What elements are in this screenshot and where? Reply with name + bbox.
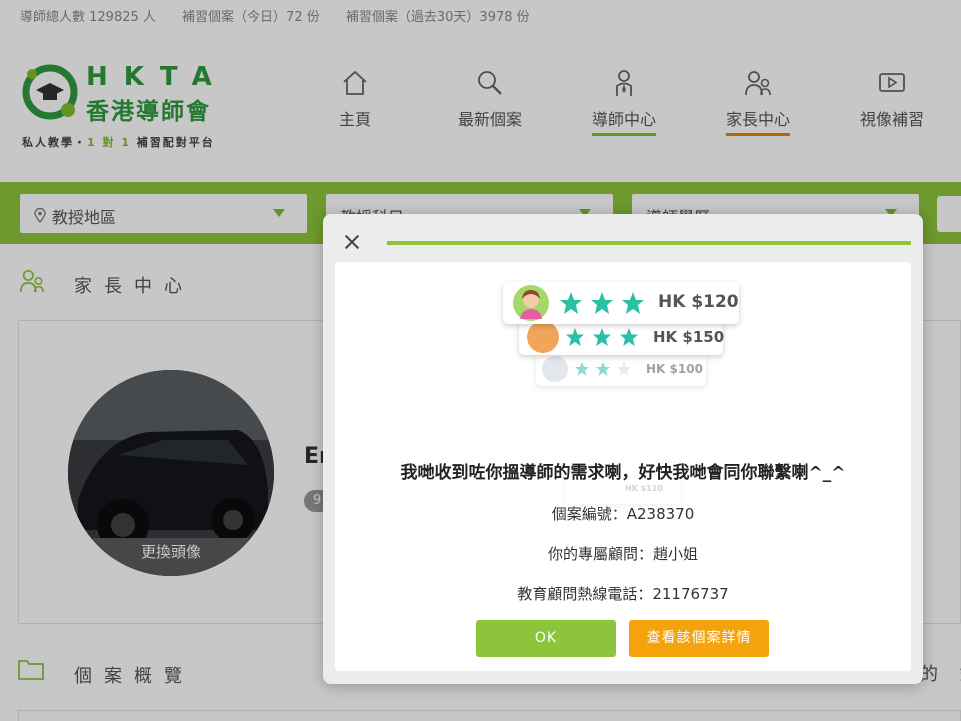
consultant-name: 你的專屬顧問：趙小姐 [547, 545, 698, 563]
tutor-face-icon [527, 321, 559, 353]
star-rating-icon [575, 362, 631, 376]
modal-body: HK $110 HK $100 HK $150 HK $120 我哋收到咗你搵導… [335, 262, 911, 671]
rating-card: HK $100 [536, 352, 706, 386]
tutor-avatar-icon [520, 290, 542, 319]
success-message: 我哋收到咗你搵導師的需求喇，好快我哋會同你聯繫喇^_^ [400, 463, 846, 483]
close-icon[interactable] [342, 232, 362, 252]
tutor-face-icon [542, 356, 568, 382]
star-rating-icon [560, 292, 644, 314]
rating-price: HK $100 [646, 362, 703, 376]
modal-progress-bar [387, 241, 911, 245]
rating-card: HK $120 [503, 282, 739, 324]
case-number: 個案編號：A238370 [551, 505, 695, 523]
rating-price: HK $150 [653, 328, 725, 346]
confirmation-modal: HK $110 HK $100 HK $150 HK $120 我哋收到咗你搵導… [323, 214, 923, 684]
rating-price: HK $120 [658, 292, 739, 312]
star-rating-icon [566, 328, 638, 346]
hotline-number: 教育顧問熱線電話：21176737 [517, 585, 729, 603]
view-case-detail-button[interactable]: 查看該個案詳情 [629, 620, 769, 657]
rating-price: HK $110 [625, 484, 663, 493]
ok-button[interactable]: OK [476, 620, 616, 657]
rating-card: HK $150 [519, 319, 725, 355]
